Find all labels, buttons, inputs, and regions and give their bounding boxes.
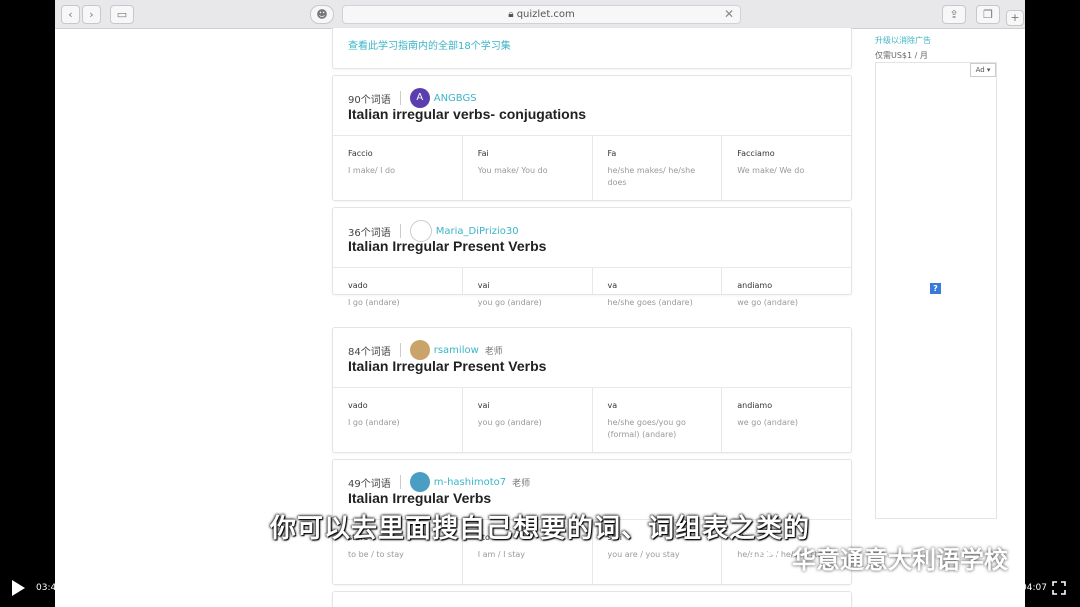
divider	[399, 224, 401, 238]
term-definition: I am / I stay	[477, 550, 525, 559]
divider	[399, 475, 401, 489]
play-icon[interactable]	[12, 580, 25, 596]
term-cell: andiamo we go (andare)	[722, 388, 851, 452]
set-title[interactable]: Italian Irregular Present Verbs	[348, 358, 546, 374]
see-all-link[interactable]: 查看此学习指南内的全部18个学习集	[348, 37, 511, 52]
term-word: Fai	[477, 149, 489, 158]
url-text: quizlet.com	[516, 9, 575, 20]
avatar[interactable]	[409, 340, 430, 360]
term-word: va	[607, 401, 618, 410]
term-word: Faccio	[348, 149, 373, 158]
ad-label[interactable]: Ad ▾	[970, 63, 996, 77]
watermark: 华意通意大利语学校	[752, 540, 1008, 575]
term-definition: We make/ We do	[737, 166, 805, 175]
term-word: vado	[348, 401, 368, 410]
term-cell: Fai You make/ You do	[463, 136, 593, 200]
close-icon[interactable]: ✕	[724, 6, 734, 23]
term-definition: you go (andare)	[477, 298, 542, 307]
share-icon[interactable]: ⇪	[942, 5, 966, 24]
term-word: vai	[477, 281, 490, 290]
fullscreen-icon[interactable]	[1052, 581, 1066, 595]
progress-bar[interactable]	[64, 583, 1014, 593]
role-badge: 老师	[512, 478, 531, 489]
term-definition: to be / to stay	[348, 550, 404, 559]
term-definition: he/she goes/you go (formal) (andare)	[607, 418, 686, 439]
term-count: 84个词语	[348, 346, 391, 358]
username-link[interactable]: m-hashimoto7	[434, 477, 506, 488]
term-definition: he/she goes (andare)	[607, 298, 693, 307]
upgrade-link[interactable]: 升级以消除广告	[875, 35, 931, 46]
term-cell: Faccio I make/ I do	[333, 136, 463, 200]
username-link[interactable]: Maria_DiPrizio30	[436, 226, 519, 237]
lock-icon: 🔒︎	[508, 9, 517, 20]
divider	[399, 343, 401, 357]
term-definition: you go (andare)	[477, 418, 542, 427]
term-cell: vado I go (andare)	[333, 268, 463, 307]
term-definition: you are / you stay	[607, 550, 680, 559]
current-time: 03:41	[36, 583, 62, 593]
term-definition: I go (andare)	[348, 418, 400, 427]
term-cell: vado I go (andare)	[333, 388, 463, 452]
duration: 04:07	[1021, 583, 1047, 593]
upgrade-price: 仅需US$1 / 月	[875, 51, 928, 60]
term-word: vado	[348, 281, 368, 290]
term-preview-row: vado I go (andare) vai you go (andare) va he/…	[333, 267, 851, 307]
back-button[interactable]: ‹	[61, 5, 80, 24]
forward-button[interactable]: ›	[82, 5, 101, 24]
username-link[interactable]: ANGBGS	[434, 93, 477, 104]
set-title[interactable]: Italian irregular verbs- conjugations	[348, 106, 586, 122]
term-count: 90个词语	[348, 94, 391, 106]
wechat-icon	[752, 545, 783, 569]
video-controls: 03:41 04:07	[0, 574, 1080, 607]
term-preview-row: Faccio I make/ I do Fai You make/ You do Fa h…	[333, 135, 851, 200]
progress-knob[interactable]	[909, 583, 920, 593]
term-definition: I go (andare)	[348, 298, 400, 307]
set-card[interactable]: 36个词语 Maria_DiPrizio30 Italian Irregular P…	[332, 207, 852, 307]
sidebar-toggle-icon[interactable]: ▭	[110, 5, 134, 24]
term-definition: we go (andare)	[737, 418, 799, 427]
role-badge: 老师	[484, 346, 503, 357]
term-count: 36个词语	[348, 227, 391, 239]
set-meta: 49个词语 m-hashimoto7 老师	[348, 472, 530, 492]
set-card[interactable]: 84个词语 rsamilow 老师 Italian Irregular Present…	[332, 327, 852, 453]
term-cell: va he/she goes/you go (formal) (andare)	[593, 388, 723, 452]
term-cell: va he/she goes (andare)	[593, 268, 723, 307]
set-card[interactable]: 90个词语 A ANGBGS Italian irregular verbs- con…	[332, 75, 852, 201]
term-count: 49个词语	[348, 478, 391, 490]
set-meta: 84个词语 rsamilow 老师	[348, 340, 503, 360]
term-word: va	[607, 281, 618, 290]
term-definition: we go (andare)	[737, 298, 799, 307]
avatar[interactable]: A	[409, 88, 430, 108]
divider	[399, 91, 401, 105]
help-icon[interactable]: ?	[930, 283, 941, 294]
new-tab-icon[interactable]: +	[1006, 10, 1024, 26]
term-word: andiamo	[737, 281, 773, 290]
set-title[interactable]: Italian Irregular Present Verbs	[348, 238, 546, 254]
term-word: Fa	[607, 149, 617, 158]
address-bar[interactable]: 🔒︎ quizlet.com ✕	[342, 5, 741, 24]
term-definition: I make/ I do	[348, 166, 395, 175]
term-word: Facciamo	[737, 149, 775, 158]
term-preview-row: vado I go (andare) vai you go (andare) va he/…	[333, 387, 851, 452]
watermark-text: 华意通意大利语学校	[792, 546, 1008, 574]
browser-toolbar: ‹ › ▭ ☻ 🔒︎ quizlet.com ✕ ⇪ ❐ +	[55, 0, 1025, 29]
term-cell: vai you go (andare)	[463, 268, 593, 307]
term-definition: You make/ You do	[477, 166, 548, 175]
set-title[interactable]: Italian Irregular Verbs	[348, 490, 491, 506]
term-cell: vai you go (andare)	[463, 388, 593, 452]
progress-fill	[64, 587, 915, 590]
term-cell: andiamo we go (andare)	[722, 268, 851, 307]
term-cell: Facciamo We make/ We do	[722, 136, 851, 200]
privacy-icon[interactable]: ☻	[310, 5, 334, 24]
term-definition: he/she makes/ he/she does	[607, 166, 696, 187]
set-meta: 90个词语 A ANGBGS	[348, 88, 483, 108]
tabs-icon[interactable]: ❐	[976, 5, 1000, 24]
term-cell: Fa he/she makes/ he/she does	[593, 136, 723, 200]
see-all-card: 查看此学习指南内的全部18个学习集	[332, 27, 852, 69]
term-word: vai	[477, 401, 490, 410]
username-link[interactable]: rsamilow	[434, 345, 479, 356]
ad-box: Ad ▾ ?	[875, 62, 997, 519]
term-word: andiamo	[737, 401, 773, 410]
avatar[interactable]	[409, 472, 430, 492]
